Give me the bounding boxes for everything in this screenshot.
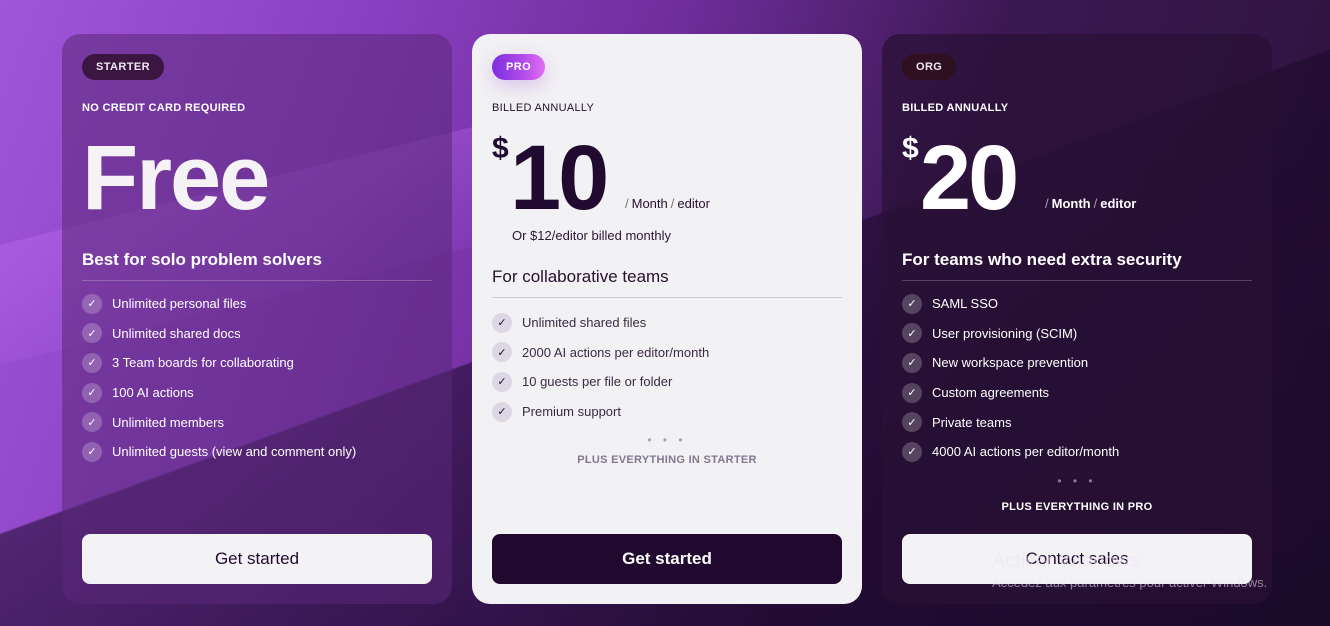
plan-price: $ 10 /Month / editor [492,132,842,224]
more-dots: • • • [1057,473,1097,488]
feature-label: Unlimited shared files [522,315,647,331]
check-icon: ✓ [492,312,512,333]
divider [82,280,432,281]
check-icon: ✓ [82,441,102,462]
feature-label: Private teams [932,414,1012,430]
feature-item: ✓ Unlimited shared files [492,308,842,338]
feature-item: ✓ Unlimited guests (view and comment only… [82,437,432,467]
feature-item: ✓ Custom agreements [902,378,1252,408]
feature-label: Custom agreements [932,385,1050,401]
price-currency: $ [902,132,919,165]
feature-label: 4000 AI actions per editor/month [932,444,1120,460]
feature-list: ✓ Unlimited shared files ✓ 2000 AI actions… [492,308,842,426]
check-icon: ✓ [82,323,102,344]
plan-eyebrow: NO CREDIT CARD REQUIRED [82,102,246,114]
price-amount: 20 [920,127,1019,229]
feature-item: ✓ 100 AI actions [82,378,432,408]
check-icon: ✓ [902,441,922,462]
check-icon: ✓ [902,382,922,403]
check-icon: ✓ [82,382,102,403]
feature-label: 100 AI actions [112,385,194,401]
check-icon: ✓ [82,352,102,373]
get-started-button-starter[interactable]: Get started [82,534,432,584]
separator: / [670,196,675,211]
feature-item: ✓ Private teams [902,407,1252,437]
plan-price: Free [82,127,270,229]
feature-item: ✓ User provisioning (SCIM) [902,319,1252,349]
feature-list: ✓ SAML SSO ✓ User provisioning (SCIM) ✓ New… [902,289,1252,467]
feature-item: ✓ 2000 AI actions per editor/month [492,338,842,368]
feature-item: ✓ 3 Team boards for collaborating [82,348,432,378]
feature-label: Unlimited shared docs [112,325,241,341]
feature-label: 3 Team boards for collaborating [112,355,294,371]
get-started-button-pro[interactable]: Get started [492,534,842,584]
check-icon: ✓ [82,293,102,314]
plan-tagline: For teams who need extra security [902,250,1182,269]
feature-list: ✓ Unlimited personal files ✓ Unlimited sha… [82,289,432,467]
unit-label: editor [1100,196,1137,211]
feature-item: ✓ 10 guests per file or folder [492,367,842,397]
feature-label: 10 guests per file or folder [522,374,673,390]
check-icon: ✓ [902,352,922,373]
check-icon: ✓ [492,342,512,363]
plan-eyebrow: BILLED ANNUALLY [902,102,1009,114]
check-icon: ✓ [492,401,512,422]
feature-item: ✓ Unlimited members [82,407,432,437]
price-currency: $ [492,132,509,165]
check-icon: ✓ [902,412,922,433]
feature-item: ✓ 4000 AI actions per editor/month [902,437,1252,467]
price-period: / Month / editor [1042,196,1136,211]
plan-card-org: ORG BILLED ANNUALLY $ 20 /Month / editor F… [882,34,1272,604]
plan-card-starter: STARTER NO CREDIT CARD REQUIRED Free Bes… [62,34,452,604]
unit-label: editor [677,196,710,211]
separator: / [1045,196,1049,211]
plus-everything-label: PLUS EVERYTHING IN STARTER [577,454,757,467]
plan-badge: STARTER [82,54,164,80]
more-dots: • • • [647,433,687,448]
price-period: / Month / editor [622,196,710,211]
plan-tagline: Best for solo problem solvers [82,250,322,269]
feature-item: ✓ Unlimited personal files [82,289,432,319]
feature-item: ✓ SAML SSO [902,289,1252,319]
feature-item: ✓ New workspace prevention [902,348,1252,378]
separator: / [625,196,629,211]
price-amount: 10 [510,127,609,229]
feature-label: Unlimited personal files [112,296,247,312]
feature-item: ✓ Unlimited shared docs [82,319,432,349]
plan-badge: PRO [492,54,546,80]
alt-price: Or $12/editor billed monthly [512,228,671,243]
feature-label: Premium support [522,404,621,420]
plus-everything-label: PLUS EVERYTHING IN PRO [1001,500,1153,513]
feature-item: ✓ Premium support [492,397,842,427]
feature-label: User provisioning (SCIM) [932,325,1078,341]
separator: / [1093,196,1098,211]
plan-eyebrow: BILLED ANNUALLY [492,102,595,114]
period-label: Month [631,196,668,211]
check-icon: ✓ [902,293,922,314]
plan-tagline: For collaborative teams [492,267,669,286]
period-label: Month [1051,196,1091,211]
check-icon: ✓ [902,323,922,344]
plan-badge: ORG [902,54,957,80]
feature-label: Unlimited guests (view and comment only) [112,444,357,460]
plan-price: $ 20 /Month / editor [902,132,1252,224]
feature-label: SAML SSO [932,296,998,312]
feature-label: Unlimited members [112,414,224,430]
feature-label: New workspace prevention [932,355,1089,371]
check-icon: ✓ [492,371,512,392]
feature-label: 2000 AI actions per editor/month [522,344,710,360]
check-icon: ✓ [82,412,102,433]
divider [902,280,1252,281]
plan-card-pro: PRO BILLED ANNUALLY $ 10 /Month / editor O… [472,34,862,604]
contact-sales-button[interactable]: Contact sales [902,534,1252,584]
divider [492,297,842,298]
